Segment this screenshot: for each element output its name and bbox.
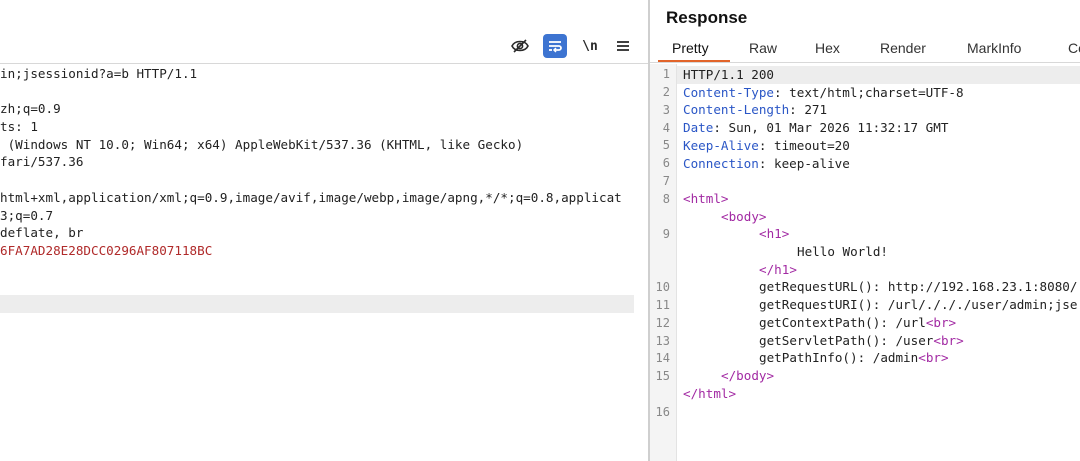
- session-cookie-value: 6FA7AD28E28DCC0296AF807118BC: [0, 242, 213, 258]
- response-header: Keep-Alive: timeout=20: [683, 137, 850, 153]
- header-value: timeout=20: [766, 137, 850, 153]
- tab-co[interactable]: Co: [1068, 40, 1080, 56]
- toolbar-divider: [0, 63, 648, 64]
- request-url-line: getRequestURL(): http://192.168.23.1:808…: [759, 279, 1078, 295]
- request-line: fari/537.36: [0, 154, 84, 170]
- header-value: 271: [796, 102, 828, 118]
- active-tab-indicator: [658, 60, 730, 62]
- header-value: keep-alive: [766, 155, 850, 171]
- tab-raw[interactable]: Raw: [749, 40, 777, 56]
- html-close-tag: </html>: [683, 385, 737, 401]
- status-line: HTTP/1.1 200: [677, 66, 1080, 84]
- context-path-text: getContextPath(): /url: [759, 314, 926, 330]
- line-number: 9: [662, 227, 670, 241]
- request-line: 3;q=0.7: [0, 207, 54, 223]
- line-number: 4: [662, 121, 670, 135]
- br-tag: <br>: [933, 332, 964, 348]
- path-info-line: getPathInfo(): /admin<br>: [759, 349, 949, 367]
- body-open-tag: <body>: [721, 208, 767, 224]
- header-name: Content-Length: [683, 102, 790, 118]
- request-line: (Windows NT 10.0; Win64; x64) AppleWebKi…: [0, 136, 524, 152]
- eye-slash-icon[interactable]: [508, 34, 532, 58]
- tab-pretty[interactable]: Pretty: [672, 40, 709, 56]
- line-number: 1: [662, 67, 670, 81]
- response-title: Response: [666, 8, 748, 27]
- response-tabs: Pretty Raw Hex Render MarkInfo Co: [650, 36, 1080, 63]
- hamburger-menu-icon[interactable]: [611, 34, 635, 58]
- wrap-lines-icon[interactable]: [543, 34, 567, 58]
- line-number: 12: [655, 316, 670, 330]
- br-tag: <br>: [925, 314, 957, 330]
- br-tag: <br>: [918, 350, 949, 366]
- tab-markinfo[interactable]: MarkInfo: [967, 40, 1021, 56]
- request-line: deflate, br: [0, 225, 84, 241]
- header-name: Connection: [683, 155, 759, 171]
- line-number: 3: [662, 103, 670, 117]
- path-info-text: getPathInfo(): /admin: [759, 350, 919, 366]
- line-number: 15: [655, 369, 670, 383]
- request-editor-pane[interactable]: \n in;jsessionid?a=b HTTP/1.1 zh;q=0.9 t…: [0, 0, 648, 461]
- context-path-line: getContextPath(): /url<br>: [759, 314, 956, 332]
- request-toolbar: \n: [0, 34, 648, 62]
- h1-close-tag: </h1>: [759, 261, 797, 277]
- request-uri-line: getRequestURI(): /url/./././user/admin;j…: [759, 297, 1078, 313]
- servlet-path-line: getServletPath(): /user<br>: [759, 332, 964, 350]
- line-number: 8: [662, 192, 670, 206]
- line-number: 6: [662, 156, 670, 170]
- header-name: Date: [683, 120, 714, 136]
- line-number: 14: [655, 351, 670, 365]
- response-header: Date: Sun, 01 Mar 2026 11:32:17 GMT: [683, 120, 949, 136]
- request-text[interactable]: in;jsessionid?a=b HTTP/1.1 zh;q=0.9 ts: …: [0, 65, 648, 313]
- request-line: ts: 1: [0, 119, 38, 135]
- line-number: 10: [655, 280, 670, 294]
- html-open-tag: <html>: [683, 191, 729, 206]
- line-number: 7: [662, 174, 670, 188]
- response-pane: Response Pretty Raw Hex Render MarkInfo …: [650, 0, 1080, 461]
- header-name: Keep-Alive: [683, 137, 759, 153]
- line-number: 16: [655, 405, 670, 419]
- line-number-gutter: 1 2 3 4 5 6 7 8 9 10 11 12 13 14 15 16: [650, 64, 677, 461]
- response-header: Content-Length: 271: [683, 102, 828, 118]
- request-line: zh;q=0.9: [0, 101, 61, 117]
- request-line: [0, 171, 648, 189]
- current-line-highlight: [0, 294, 634, 313]
- line-number: 2: [662, 85, 670, 99]
- header-value: text/html;charset=UTF-8: [781, 84, 964, 100]
- response-header: Connection: keep-alive: [683, 155, 850, 171]
- line-number: 13: [655, 334, 670, 348]
- request-line: in;jsessionid?a=b HTTP/1.1: [0, 66, 198, 81]
- tab-hex[interactable]: Hex: [815, 40, 840, 56]
- h1-open-tag: <h1>: [759, 226, 790, 242]
- header-value: Sun, 01 Mar 2026 11:32:17 GMT: [720, 120, 949, 136]
- body-close-tag: </body>: [721, 367, 775, 383]
- request-line: [0, 83, 648, 101]
- request-line: html+xml,application/xml;q=0.9,image/avi…: [0, 189, 622, 205]
- header-name: Content-Type: [683, 84, 774, 100]
- newline-toggle-button[interactable]: \n: [578, 34, 602, 58]
- line-number: 5: [662, 138, 670, 152]
- response-header: Content-Type: text/html;charset=UTF-8: [683, 84, 964, 100]
- tab-render[interactable]: Render: [880, 40, 926, 56]
- servlet-path-text: getServletPath(): /user: [759, 332, 934, 348]
- hello-text: Hello World!: [797, 244, 888, 259]
- line-number: 11: [655, 298, 670, 312]
